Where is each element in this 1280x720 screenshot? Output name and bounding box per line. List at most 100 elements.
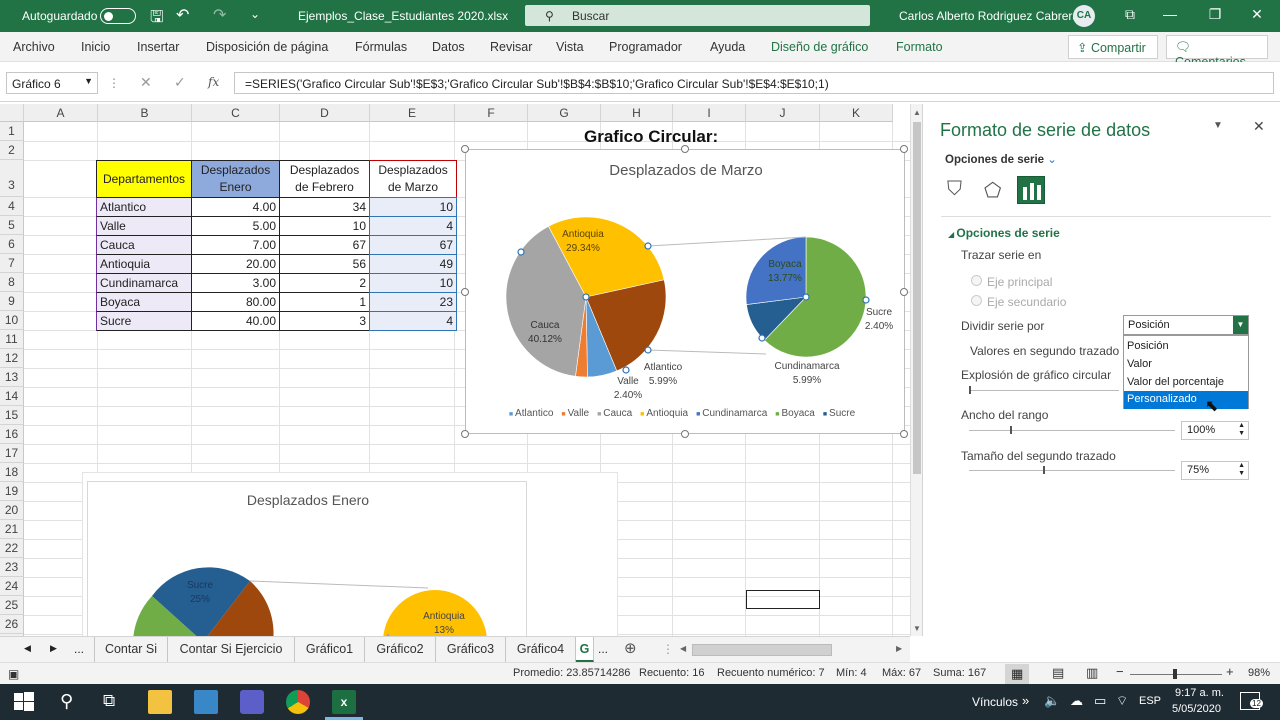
teams-icon[interactable] xyxy=(240,690,264,714)
minimize-icon[interactable]: — xyxy=(1160,6,1180,26)
row-header-18[interactable]: 18 xyxy=(0,463,24,482)
confirm-icon[interactable]: ✓ xyxy=(174,74,186,91)
share-button[interactable]: ⇪ Compartir xyxy=(1068,35,1158,59)
table-cell[interactable]: 67 xyxy=(279,235,370,255)
tab-scroll-left-icon[interactable]: ◀ xyxy=(24,643,31,654)
data-label-cauca-pct[interactable]: 40.12% xyxy=(528,334,562,345)
table-cell[interactable]: 34 xyxy=(279,197,370,217)
secondary-axis-radio[interactable] xyxy=(971,295,982,306)
worksheet-grid[interactable]: ABCDEFGHIJK 1 2 3 4 5 6 7 8 9 10 11 12 13 14 15 16 17 18 1… xyxy=(0,104,910,636)
selection-point[interactable] xyxy=(862,296,870,304)
table-cell[interactable]: 20.00 xyxy=(191,254,280,274)
row-header-15[interactable]: 15 xyxy=(0,406,24,425)
sheet-tab-grafico1[interactable]: Gráfico1 xyxy=(295,637,365,662)
pane-subtitle[interactable]: Opciones de serie ⌄ xyxy=(945,152,1057,166)
vertical-scrollbar-track[interactable]: ▲ ▼ xyxy=(910,104,922,636)
chevron-down-icon[interactable]: ▼ xyxy=(84,76,93,86)
tab-formulas[interactable]: Fórmulas xyxy=(355,40,407,54)
scroll-down-icon[interactable]: ▼ xyxy=(913,624,921,633)
data-label-atlantico[interactable]: Atlantico xyxy=(644,362,683,373)
selection-point[interactable] xyxy=(644,242,652,250)
table-cell[interactable]: 3.00 xyxy=(191,273,280,293)
row-header-10[interactable]: 10 xyxy=(0,311,24,330)
row-header-21[interactable]: 21 xyxy=(0,520,24,539)
close-icon[interactable]: ✕ xyxy=(1247,6,1267,26)
zoom-in-icon[interactable]: + xyxy=(1226,664,1234,679)
selection-point[interactable] xyxy=(802,293,810,301)
restore-icon[interactable]: ❐ xyxy=(1205,6,1225,26)
clock-date[interactable]: 5/05/2020 xyxy=(1172,703,1221,715)
row-header-9[interactable]: 9 xyxy=(0,292,24,311)
fx-icon[interactable]: fx xyxy=(208,75,219,89)
sheet-tab-grafico4[interactable]: Gráfico4 xyxy=(506,637,576,662)
table-cell[interactable]: 4 xyxy=(369,216,457,236)
cloud-icon[interactable]: ☁ xyxy=(1070,693,1083,709)
tab-vista[interactable]: Vista xyxy=(556,40,584,54)
legend-item[interactable]: ■ Atlantico xyxy=(509,408,554,419)
option-personalizado[interactable]: Personalizado xyxy=(1124,391,1248,409)
sheet-tab-contar-si[interactable]: Contar Si xyxy=(94,637,168,662)
table-cell[interactable]: 1 xyxy=(279,292,370,312)
data-label-boyaca-pct[interactable]: 13.77% xyxy=(768,273,802,284)
row-header-3[interactable]: 3 xyxy=(0,160,24,197)
data-label-cauca[interactable]: Cauca xyxy=(531,320,560,331)
sheet-tab-contar-si-ejercicio[interactable]: Contar Si Ejercicio xyxy=(168,637,295,662)
row-header-17[interactable]: 17 xyxy=(0,444,24,463)
select-all[interactable] xyxy=(0,104,24,122)
second-size-slider[interactable] xyxy=(969,470,1175,471)
row-header-22[interactable]: 22 xyxy=(0,539,24,558)
table-cell[interactable]: 5.00 xyxy=(191,216,280,236)
table-cell[interactable]: 10 xyxy=(369,273,457,293)
gap-width-slider[interactable] xyxy=(969,430,1175,431)
chart-enero-area[interactable]: Desplazados Enero Sucre 25% Antioquia 13… xyxy=(82,472,618,636)
zoom-out-icon[interactable]: − xyxy=(1116,664,1124,679)
resize-handle-l[interactable] xyxy=(461,288,469,296)
macro-record-icon[interactable]: ▣ xyxy=(8,667,19,681)
option-valor[interactable]: Valor xyxy=(1124,356,1248,374)
selection-point[interactable] xyxy=(622,366,630,374)
table-cell[interactable]: 2 xyxy=(279,273,370,293)
data-label-sucre-pct[interactable]: 2.40% xyxy=(865,321,893,332)
split-series-dropdown[interactable]: Posición Valor Valor del porcentaje Pers… xyxy=(1123,335,1249,409)
data-label-atlantico-pct[interactable]: 5.99% xyxy=(649,376,677,387)
gap-width-spinner[interactable]: 100% ▲ ▼ xyxy=(1181,421,1249,440)
second-size-slider-thumb[interactable] xyxy=(1043,466,1045,474)
tab-ayuda[interactable]: Ayuda xyxy=(710,40,745,54)
column-header-k[interactable]: K xyxy=(820,104,893,122)
row-header-7[interactable]: 7 xyxy=(0,254,24,273)
resize-handle-br[interactable] xyxy=(900,430,908,438)
option-valor-porcentaje[interactable]: Valor del porcentaje xyxy=(1124,374,1248,392)
horizontal-scroll-thumb[interactable] xyxy=(692,644,832,656)
zoom-level[interactable]: 98% xyxy=(1248,667,1270,679)
table-cell[interactable]: 3 xyxy=(279,311,370,331)
table-cell[interactable]: 10 xyxy=(369,197,457,217)
section-header[interactable]: ◢ Opciones de serie xyxy=(948,226,1060,240)
effects-icon[interactable]: ⬠ xyxy=(984,178,1001,203)
task-view-icon[interactable]: ⧉ xyxy=(103,691,115,711)
sheet-tab-grafico3[interactable]: Gráfico3 xyxy=(436,637,506,662)
column-header-c[interactable]: C xyxy=(192,104,280,122)
table-cell[interactable]: 56 xyxy=(279,254,370,274)
pie2-slice-cundinamarca[interactable] xyxy=(745,236,807,305)
comments-button[interactable]: 🗨 Comentarios xyxy=(1166,35,1268,69)
row-header-24[interactable]: 24 xyxy=(0,577,24,596)
tab-formato[interactable]: Formato xyxy=(896,40,943,54)
row-header-13[interactable]: 13 xyxy=(0,368,24,387)
row-header-4[interactable]: 4 xyxy=(0,197,24,216)
legend-item[interactable]: ■ Valle xyxy=(561,408,589,419)
search-box[interactable]: ⚲ Buscar xyxy=(525,5,870,26)
row-header-8[interactable]: 8 xyxy=(0,273,24,292)
table-cell[interactable]: 80.00 xyxy=(191,292,280,312)
column-header-f[interactable]: F xyxy=(455,104,528,122)
toolbar-chevron-icon[interactable]: » xyxy=(1022,693,1029,708)
chart-legend[interactable]: ■ Atlantico ■ Valle ■ Cauca ■ Antioquia ■ Cu… xyxy=(466,408,906,419)
tab-programador[interactable]: Programador xyxy=(609,40,682,54)
add-sheet-icon[interactable]: ⊕ xyxy=(624,639,637,657)
row-header-5[interactable]: 5 xyxy=(0,216,24,235)
gap-width-slider-thumb[interactable] xyxy=(1010,426,1012,434)
legend-item[interactable]: ■ Cauca xyxy=(597,408,632,419)
row-header-6[interactable]: 6 xyxy=(0,235,24,254)
tab-disposicion[interactable]: Disposición de página xyxy=(206,40,328,54)
row-header-14[interactable]: 14 xyxy=(0,387,24,406)
hscroll-right-icon[interactable]: ▶ xyxy=(896,644,902,653)
